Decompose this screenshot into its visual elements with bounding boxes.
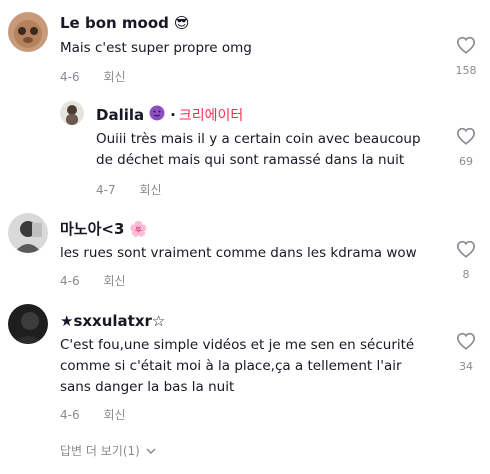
comment-text: Mais c'est super propre omg <box>60 38 252 59</box>
like-button[interactable]: 34 <box>451 332 481 373</box>
avatar[interactable] <box>8 213 48 253</box>
comment-date: 4-7 <box>96 183 116 197</box>
comment-meta: 4-7 회신 <box>96 181 162 198</box>
avatar[interactable] <box>8 304 48 344</box>
comment-meta: 4-6 회신 <box>60 272 126 289</box>
username-text[interactable]: 마노아<3 <box>60 218 124 239</box>
like-count: 34 <box>459 360 473 373</box>
username[interactable]: Dalila · 크리에이터 <box>96 105 243 125</box>
username[interactable]: Le bon mood 😎 <box>60 14 190 32</box>
purple-face-emoji-icon <box>149 105 165 125</box>
comment-line: Ouiii très mais il y a certain coin avec… <box>96 131 421 147</box>
username-text[interactable]: Le bon mood <box>60 14 169 32</box>
comment-text: les rues sont vraiment comme dans les kd… <box>60 243 417 264</box>
like-count: 158 <box>455 64 477 77</box>
username[interactable]: ★sxxulatxr☆ <box>60 312 165 330</box>
heart-icon <box>456 332 476 350</box>
username-text[interactable]: ★sxxulatxr☆ <box>60 312 165 330</box>
reply-button[interactable]: 회신 <box>103 408 125 422</box>
separator-dot: · <box>170 106 176 124</box>
heart-icon <box>456 36 476 54</box>
comment-line: C'est fou,une simple vidéos et je me sen… <box>60 337 415 353</box>
comment-date: 4-6 <box>60 274 80 288</box>
comment-text: Ouiii très mais il y a certain coin avec… <box>96 129 421 171</box>
avatar-image <box>8 12 48 52</box>
avatar[interactable] <box>60 101 84 125</box>
username-text[interactable]: Dalila <box>96 106 144 124</box>
like-count: 8 <box>462 268 470 281</box>
chevron-down-icon <box>146 447 156 454</box>
like-count: 69 <box>459 155 473 168</box>
creator-badge: 크리에이터 <box>178 108 244 124</box>
purple-face-icon <box>149 105 165 121</box>
cherry-blossom-emoji-icon: 🌸 <box>129 219 149 238</box>
like-button[interactable]: 8 <box>451 240 481 281</box>
reply-button[interactable]: 회신 <box>103 70 125 84</box>
view-more-replies-button[interactable]: 답변 더 보기(1) <box>60 442 156 459</box>
heart-icon <box>456 127 476 145</box>
heart-icon <box>456 240 476 258</box>
reply-button[interactable]: 회신 <box>103 274 125 288</box>
reply-button[interactable]: 회신 <box>139 183 161 197</box>
avatar-image <box>60 101 84 125</box>
username[interactable]: 마노아<3 🌸 <box>60 218 148 239</box>
like-button[interactable]: 69 <box>451 127 481 168</box>
comment-text: C'est fou,une simple vidéos et je me sen… <box>60 335 414 398</box>
like-button[interactable]: 158 <box>451 36 481 77</box>
comment-meta: 4-6 회신 <box>60 406 126 423</box>
comment-meta: 4-6 회신 <box>60 68 126 85</box>
comment-date: 4-6 <box>60 70 80 84</box>
view-more-replies-label[interactable]: 답변 더 보기(1) <box>60 442 140 459</box>
comment-line: de déchet mais qui sont ramassé dans la … <box>96 152 405 168</box>
comment-date: 4-6 <box>60 408 80 422</box>
avatar[interactable] <box>8 12 48 52</box>
comment-line: sans danger la bas la nuit <box>60 379 235 395</box>
comment-line: les rues sont vraiment comme dans les kd… <box>60 245 417 261</box>
sunglasses-emoji-icon: 😎 <box>173 14 190 32</box>
avatar-image <box>8 213 48 253</box>
comment-line: Mais c'est super propre omg <box>60 40 252 56</box>
comment-line: comme si c'était moi à la place,ça a tel… <box>60 358 402 374</box>
avatar-image <box>8 304 48 344</box>
